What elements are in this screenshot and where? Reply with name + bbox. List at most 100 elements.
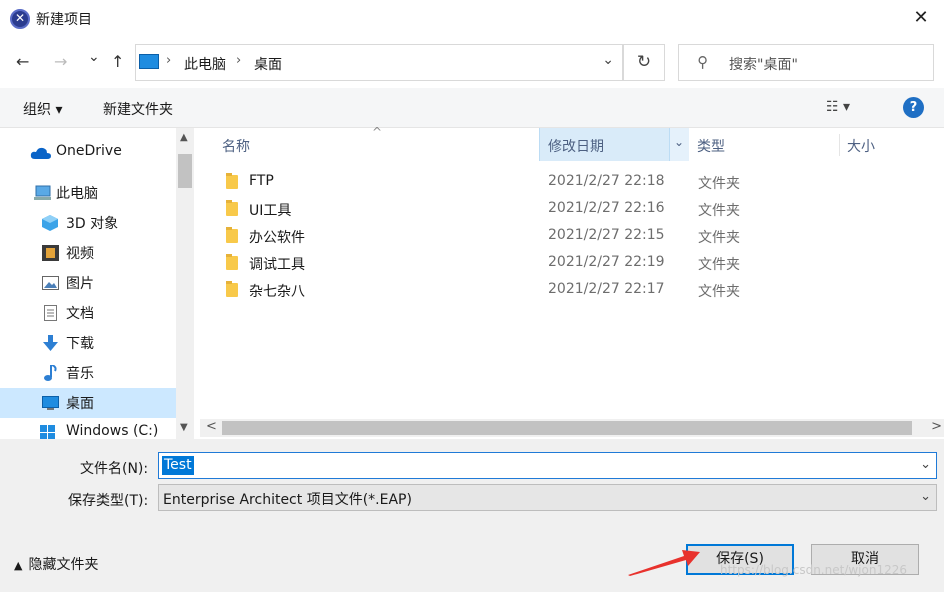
address-bar[interactable]: › 此电脑 › 桌面 ⌄	[135, 44, 623, 81]
chevron-up-icon: ▲	[14, 559, 23, 572]
music-icon	[44, 365, 57, 381]
organize-menu[interactable]: 组织 ▾	[23, 99, 62, 119]
file-modified: 2021/2/27 22:19	[548, 254, 665, 270]
back-arrow-icon[interactable]: ←	[16, 52, 29, 71]
search-input[interactable]: ⚲ 搜索"桌面"	[678, 44, 934, 81]
window-title: 新建项目	[36, 12, 92, 28]
sidebar-item-desktop[interactable]: 桌面	[0, 388, 176, 418]
sidebar-item-label: 下载	[66, 336, 94, 352]
file-type: 文件夹	[698, 284, 740, 300]
picture-icon	[42, 276, 59, 290]
chevron-down-icon[interactable]: ⌄	[920, 457, 931, 472]
recent-locations-icon[interactable]: ⌄	[88, 49, 100, 65]
filename-input[interactable]: Test ⌄	[158, 452, 937, 479]
scrollbar-thumb[interactable]	[178, 154, 192, 188]
folder-icon	[226, 254, 238, 270]
file-row[interactable]: 办公软件 2021/2/27 22:15 文件夹	[220, 223, 920, 250]
sidebar-item-label: Windows (C:)	[66, 423, 159, 439]
sidebar-item-documents[interactable]: 文档	[0, 298, 176, 328]
filetype-value: Enterprise Architect 项目文件(*.EAP)	[163, 492, 412, 508]
hide-folders-label: 隐藏文件夹	[28, 557, 99, 573]
filetype-select[interactable]: Enterprise Architect 项目文件(*.EAP) ⌄	[158, 484, 937, 511]
sidebar-item-label: 音乐	[66, 366, 94, 382]
column-header-label: 修改日期	[548, 139, 604, 155]
scrollbar-thumb[interactable]	[222, 421, 912, 435]
sidebar-item-label: 桌面	[66, 396, 94, 412]
download-icon	[43, 335, 58, 351]
column-header-size[interactable]: 大小	[847, 128, 875, 161]
file-type: 文件夹	[698, 230, 740, 246]
cube-icon	[42, 215, 58, 231]
file-modified: 2021/2/27 22:17	[548, 281, 665, 297]
app-icon	[10, 9, 30, 29]
document-icon	[44, 305, 57, 321]
sidebar-item-label: 3D 对象	[66, 216, 119, 232]
file-row[interactable]: 杂七杂八 2021/2/27 22:17 文件夹	[220, 277, 920, 304]
search-icon: ⚲	[697, 53, 708, 71]
filetype-label: 保存类型(T):	[68, 493, 149, 509]
breadcrumb-separator: ›	[166, 53, 172, 68]
file-name: UI工具	[249, 203, 292, 219]
chevron-down-icon: ⌄	[674, 135, 685, 149]
column-header-modified[interactable]: 修改日期	[539, 128, 689, 161]
file-modified: 2021/2/27 22:15	[548, 227, 665, 243]
file-row[interactable]: FTP 2021/2/27 22:18 文件夹	[220, 169, 920, 196]
column-header-name[interactable]: 名称	[222, 128, 250, 161]
sort-caret-icon: ^	[372, 125, 383, 139]
chevron-down-icon[interactable]: ⌄	[602, 52, 614, 68]
hide-folders-toggle[interactable]: ▲ 隐藏文件夹	[14, 554, 98, 574]
command-bar: 组织 ▾ 新建文件夹 ☷ ▾ ?	[0, 88, 944, 128]
sidebar-item-3d-objects[interactable]: 3D 对象	[0, 208, 176, 238]
sidebar-scrollbar[interactable]: ▲ ▼	[176, 128, 194, 439]
file-name: 调试工具	[249, 257, 305, 273]
computer-icon	[139, 54, 159, 69]
annotation-arrow-icon	[628, 550, 700, 576]
folder-icon	[226, 200, 238, 216]
search-placeholder: 搜索"桌面"	[729, 57, 798, 73]
sidebar-item-pictures[interactable]: 图片	[0, 268, 176, 298]
close-button[interactable]: ✕	[898, 0, 944, 38]
forward-arrow-icon[interactable]: →	[54, 52, 67, 71]
scroll-left-arrow-icon[interactable]: <	[206, 419, 217, 434]
sidebar-item-onedrive[interactable]: OneDrive	[0, 138, 176, 168]
refresh-button[interactable]: ↻	[623, 44, 665, 81]
file-name: 办公软件	[249, 230, 305, 246]
file-type: 文件夹	[698, 257, 740, 273]
up-arrow-icon[interactable]: ↑	[111, 52, 124, 71]
sidebar-item-label: OneDrive	[56, 143, 122, 159]
column-divider	[839, 134, 840, 156]
film-icon	[42, 245, 59, 261]
file-modified: 2021/2/27 22:18	[548, 173, 665, 189]
file-row[interactable]: UI工具 2021/2/27 22:16 文件夹	[220, 196, 920, 223]
file-name: FTP	[249, 173, 274, 189]
column-filter-dropdown[interactable]: ⌄	[669, 128, 689, 161]
navigation-pane: OneDrive 此电脑 3D 对象 视频 图片 文档 下载 音乐 桌面 Win…	[0, 128, 176, 439]
file-row[interactable]: 调试工具 2021/2/27 22:19 文件夹	[220, 250, 920, 277]
file-modified: 2021/2/27 22:16	[548, 200, 665, 216]
computer-icon	[34, 185, 51, 200]
sidebar-item-windows-c[interactable]: Windows (C:)	[0, 418, 176, 439]
help-icon[interactable]: ?	[903, 97, 924, 118]
sidebar-item-music[interactable]: 音乐	[0, 358, 176, 388]
cloud-icon	[30, 147, 51, 159]
title-bar: 新建项目 ✕	[0, 0, 944, 38]
scroll-up-arrow-icon[interactable]: ▲	[180, 132, 188, 143]
sidebar-item-this-pc[interactable]: 此电脑	[0, 178, 176, 208]
filename-value: Test	[162, 456, 194, 475]
new-folder-button[interactable]: 新建文件夹	[103, 99, 173, 119]
breadcrumb-desktop[interactable]: 桌面	[254, 54, 282, 74]
file-list-horizontal-scrollbar[interactable]: < >	[200, 419, 944, 437]
scroll-right-arrow-icon[interactable]: >	[931, 419, 942, 434]
breadcrumb-separator: ›	[236, 53, 242, 68]
sidebar-item-videos[interactable]: 视频	[0, 238, 176, 268]
sidebar-item-label: 图片	[66, 276, 94, 292]
folder-icon	[226, 227, 238, 243]
sidebar-item-label: 文档	[66, 306, 94, 322]
file-name: 杂七杂八	[249, 284, 305, 300]
column-header-type[interactable]: 类型	[697, 128, 725, 161]
breadcrumb-this-pc[interactable]: 此电脑	[184, 54, 226, 74]
sidebar-item-downloads[interactable]: 下载	[0, 328, 176, 358]
chevron-down-icon: ⌄	[920, 489, 931, 504]
scroll-down-arrow-icon[interactable]: ▼	[180, 422, 188, 433]
view-options-icon[interactable]: ☷ ▾	[826, 99, 850, 115]
